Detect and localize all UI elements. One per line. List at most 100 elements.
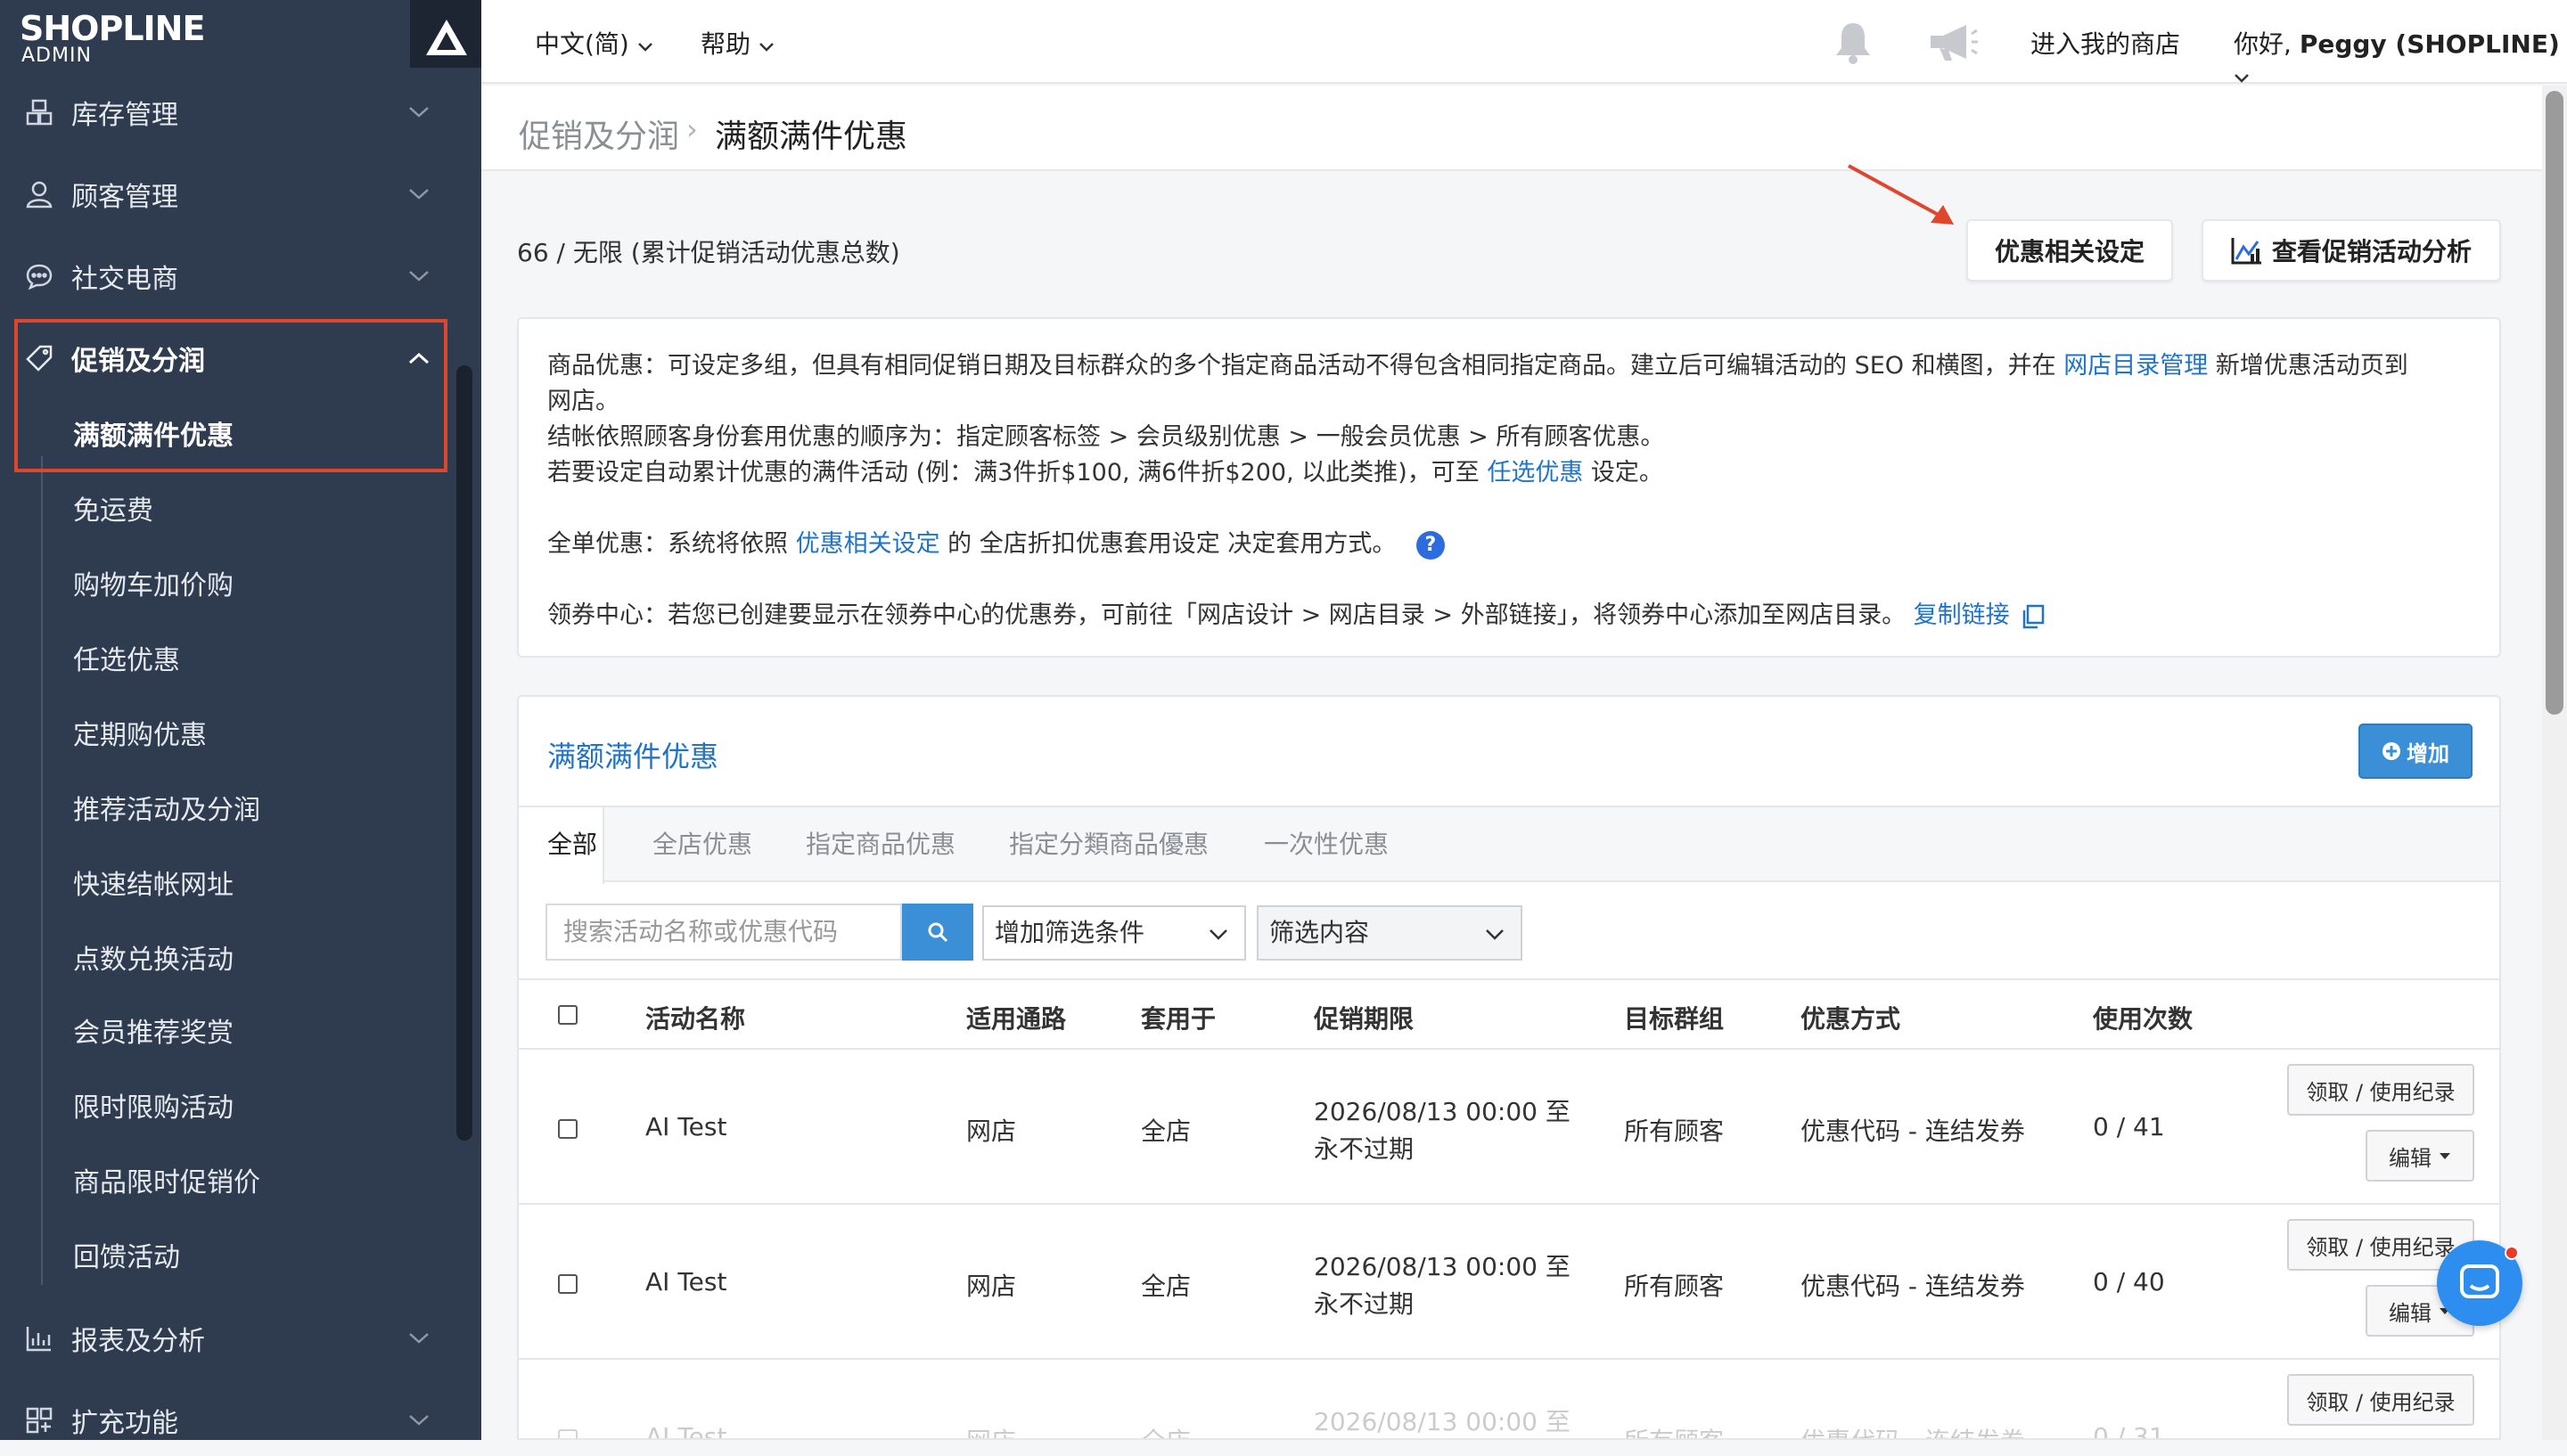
nav-apps[interactable]: 扩充功能 — [0, 1385, 481, 1456]
sub-item-bundle[interactable]: 任选优惠 — [73, 634, 180, 688]
promo-name[interactable]: AI Test — [645, 1112, 726, 1141]
row-checkbox[interactable] — [558, 1119, 578, 1139]
edit-label: 编辑 — [2389, 1300, 2432, 1326]
tab-category-products[interactable]: 指定分類商品優惠 — [1009, 807, 1209, 882]
add-filter-label: 增加筛选条件 — [995, 918, 1145, 947]
add-filter-select[interactable]: 增加筛选条件 — [982, 905, 1246, 961]
col-period[interactable]: 促销期限 — [1314, 1000, 1414, 1035]
add-button-label: 增加 — [2407, 740, 2449, 766]
user-name: Peggy (SHOPLINE) — [2299, 29, 2560, 59]
megaphone-icon[interactable] — [1927, 21, 1979, 68]
sub-item-rewards[interactable]: 回馈活动 — [73, 1231, 180, 1285]
nav-customers[interactable]: 顾客管理 — [0, 159, 481, 230]
col-method[interactable]: 优惠方式 — [1800, 1000, 1900, 1035]
sidebar-scrollbar[interactable] — [456, 365, 472, 1141]
sub-item-flash-sale[interactable]: 限时限购活动 — [73, 1082, 234, 1135]
page-title: 满额满件优惠 — [715, 119, 908, 155]
records-button[interactable]: 领取 / 使用纪录 — [2287, 1064, 2474, 1116]
sub-item-referral[interactable]: 会员推荐奖赏 — [73, 1007, 234, 1060]
discount-settings-link[interactable]: 优惠相关设定 — [796, 530, 940, 558]
filter-content-label: 筛选内容 — [1269, 918, 1370, 947]
breadcrumb-parent[interactable]: 促销及分润 — [519, 110, 679, 157]
scrollbar-thumb[interactable] — [2546, 91, 2563, 715]
promo-apply: 全店 — [1141, 1272, 1192, 1301]
promo-group: 所有顾客 — [1624, 1272, 1725, 1301]
promo-usage: 0 / 41 — [2093, 1112, 2165, 1141]
records-button[interactable]: 领取 / 使用纪录 — [2287, 1374, 2474, 1426]
promo-period-start: 2026/08/13 00:00 至 — [1314, 1407, 1571, 1436]
col-group[interactable]: 目标群组 — [1624, 1000, 1724, 1035]
tab-specific-products[interactable]: 指定商品优惠 — [806, 807, 955, 882]
language-menu[interactable]: 中文(简) — [535, 25, 653, 61]
col-channel[interactable]: 适用通路 — [966, 1000, 1066, 1035]
chevron-down-icon — [403, 260, 435, 292]
promo-apply: 全店 — [1141, 1117, 1192, 1146]
page-scrollbar[interactable] — [2542, 86, 2567, 1440]
col-apply[interactable]: 套用于 — [1141, 1000, 1216, 1035]
search-icon — [928, 922, 948, 943]
help-icon[interactable]: ? — [1415, 530, 1445, 560]
info-text: 商品优惠：可设定多组，但具有相同促销日期及目标群众的多个指定商品活动不得包含相同… — [547, 352, 2064, 380]
promo-period-end: 永不过期 — [1314, 1134, 1415, 1164]
col-usage[interactable]: 使用次数 — [2093, 1000, 2193, 1035]
app-switcher[interactable] — [410, 0, 481, 68]
sub-item-points[interactable]: 点数兑换活动 — [73, 934, 234, 987]
row-checkbox[interactable] — [558, 1274, 578, 1294]
annotation-arrow — [1848, 164, 1954, 225]
promo-channel: 网店 — [966, 1272, 1017, 1301]
analytics-button[interactable]: 查看促销活动分析 — [2202, 219, 2501, 282]
catalog-management-link[interactable]: 网店目录管理 — [2063, 352, 2208, 380]
enter-store-link[interactable]: 进入我的商店 — [2030, 25, 2180, 61]
chart-icon — [23, 1322, 55, 1354]
analytics-label: 查看促销活动分析 — [2271, 237, 2472, 266]
add-button[interactable]: 增加 — [2358, 724, 2473, 779]
chevron-down-icon — [1209, 907, 1228, 959]
tab-store-wide[interactable]: 全店优惠 — [652, 807, 752, 882]
customer-icon — [23, 178, 55, 210]
edit-button[interactable]: 编辑 — [2366, 1130, 2474, 1182]
info-line-6: 领券中心：若您已创建要显示在领券中心的优惠券，可前往「网店设计 > 网店目录 >… — [547, 595, 2046, 630]
copy-icon[interactable] — [2021, 604, 2046, 629]
sub-item-affiliate[interactable]: 推荐活动及分润 — [73, 784, 260, 838]
sub-item-addon[interactable]: 购物车加价购 — [73, 560, 234, 613]
info-text: 设定。 — [1583, 459, 1663, 487]
col-name[interactable]: 活动名称 — [645, 1000, 745, 1035]
bell-icon[interactable] — [1831, 20, 1875, 70]
row-checkbox[interactable] — [558, 1429, 578, 1438]
promo-method: 优惠代码 - 连结发券 — [1800, 1272, 2025, 1301]
discount-settings-button[interactable]: 优惠相关设定 — [1966, 219, 2173, 282]
filter-content-select[interactable]: 筛选内容 — [1257, 905, 1522, 961]
user-menu[interactable]: 你好, Peggy (SHOPLINE) — [2234, 25, 2567, 90]
promo-name[interactable]: AI Test — [645, 1267, 726, 1296]
brand-sub: ADMIN — [21, 45, 92, 67]
nav-label: 库存管理 — [71, 100, 178, 131]
panel-title: 满额满件优惠 — [547, 740, 719, 773]
greeting: 你好, — [2234, 29, 2300, 59]
search-button[interactable] — [902, 904, 973, 961]
search-input[interactable]: 搜索活动名称或优惠代码 — [545, 904, 902, 961]
chevron-down-icon — [403, 96, 435, 128]
logo[interactable]: SHOPLINE ADMIN — [0, 0, 481, 75]
nav-inventory[interactable]: 库存管理 — [0, 77, 481, 148]
nav-social[interactable]: 社交电商 — [0, 241, 481, 312]
sub-item-limited-price[interactable]: 商品限时促销价 — [73, 1157, 260, 1210]
promo-period-start: 2026/08/13 00:00 至 — [1314, 1252, 1571, 1281]
promo-usage: 0 / 31 — [2093, 1422, 2165, 1440]
promo-name[interactable]: AI Test — [645, 1422, 726, 1438]
select-all-checkbox[interactable] — [558, 1005, 578, 1025]
sub-item-quick-checkout[interactable]: 快速结帐网址 — [73, 859, 234, 912]
nav-reports[interactable]: 报表及分析 — [0, 1303, 481, 1374]
sub-item-free-shipping[interactable]: 免运费 — [73, 485, 153, 538]
chevron-down-icon — [637, 43, 652, 52]
sub-item-subscription[interactable]: 定期购优惠 — [73, 709, 207, 763]
tab-all[interactable]: 全部 — [519, 807, 604, 884]
tab-bar: 全部 全店优惠 指定商品优惠 指定分類商品優惠 一次性优惠 — [519, 806, 2499, 884]
top-bar: 中文(简) 帮助 进入我的商店 你好, Peggy (SHOPLINE) — [481, 0, 2567, 84]
tab-one-time[interactable]: 一次性优惠 — [1264, 807, 1389, 882]
copy-link[interactable]: 复制链接 — [1914, 601, 2010, 629]
info-line-3: 结帐依照顾客身份套用优惠的顺序为：指定顾客标签 > 会员级别优惠 > 一般会员优… — [547, 423, 1665, 451]
bundle-link[interactable]: 任选优惠 — [1487, 459, 1583, 487]
apps-icon — [23, 1404, 55, 1436]
help-menu[interactable]: 帮助 — [701, 25, 775, 61]
promotions-panel: 满额满件优惠 增加 全部 全店优惠 指定商品优惠 指定分類商品優惠 一次性优惠 … — [517, 695, 2501, 1440]
